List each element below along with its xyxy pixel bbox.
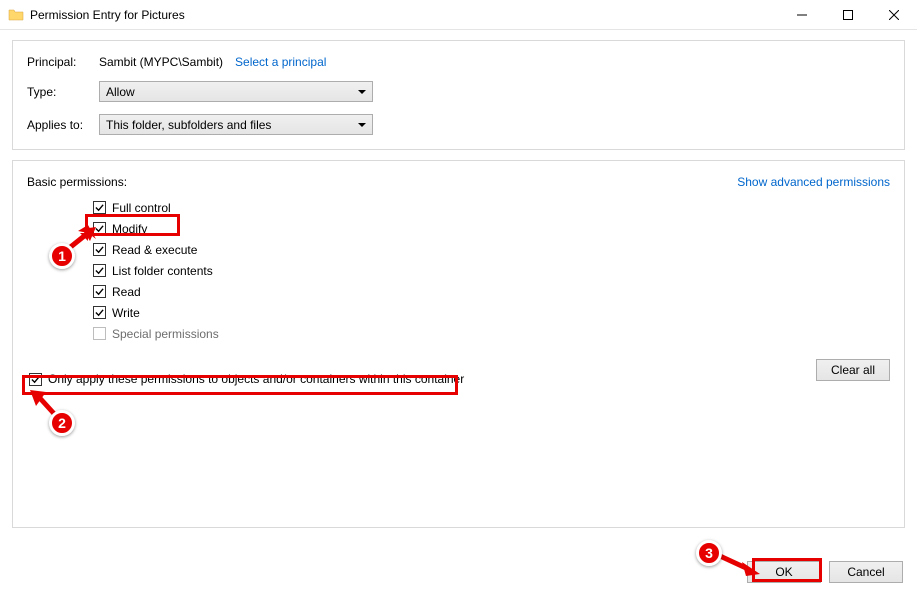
permissions-panel: Basic permissions: Show advanced permiss… xyxy=(12,160,905,528)
clear-all-button[interactable]: Clear all xyxy=(816,359,890,381)
select-principal-link[interactable]: Select a principal xyxy=(235,55,326,69)
perm-read-execute[interactable]: Read & execute xyxy=(93,239,890,260)
chevron-down-icon xyxy=(358,123,366,127)
perm-list-folder[interactable]: List folder contents xyxy=(93,260,890,281)
chevron-down-icon xyxy=(358,90,366,94)
perm-modify[interactable]: Modify xyxy=(93,218,890,239)
only-apply-label: Only apply these permissions to objects … xyxy=(48,372,464,386)
folder-icon xyxy=(8,7,24,23)
ok-button[interactable]: OK xyxy=(747,561,821,583)
perm-full-control[interactable]: Full control xyxy=(93,197,890,218)
checkbox-icon xyxy=(93,327,106,340)
annotation-badge-3: 3 xyxy=(696,540,722,566)
principal-label: Principal: xyxy=(27,55,99,69)
permission-list: Full control Modify Read & execute List … xyxy=(93,197,890,344)
checkbox-icon[interactable] xyxy=(93,201,106,214)
checkbox-icon[interactable] xyxy=(93,264,106,277)
maximize-button[interactable] xyxy=(825,0,871,30)
show-advanced-link[interactable]: Show advanced permissions xyxy=(737,175,890,189)
applies-to-select-value: This folder, subfolders and files xyxy=(106,118,271,132)
perm-write[interactable]: Write xyxy=(93,302,890,323)
dialog-footer: OK Cancel xyxy=(747,561,903,583)
minimize-button[interactable] xyxy=(779,0,825,30)
cancel-button[interactable]: Cancel xyxy=(829,561,903,583)
checkbox-icon[interactable] xyxy=(93,285,106,298)
principal-value: Sambit (MYPC\Sambit) xyxy=(99,55,223,69)
titlebar: Permission Entry for Pictures xyxy=(0,0,917,30)
checkbox-icon[interactable] xyxy=(93,222,106,235)
applies-to-select[interactable]: This folder, subfolders and files xyxy=(99,114,373,135)
only-apply-row[interactable]: Only apply these permissions to objects … xyxy=(27,372,890,386)
basic-permissions-label: Basic permissions: xyxy=(27,175,127,189)
type-label: Type: xyxy=(27,85,99,99)
perm-read[interactable]: Read xyxy=(93,281,890,302)
type-select[interactable]: Allow xyxy=(99,81,373,102)
checkbox-icon[interactable] xyxy=(93,243,106,256)
principal-panel: Principal: Sambit (MYPC\Sambit) Select a… xyxy=(12,40,905,150)
type-select-value: Allow xyxy=(106,85,135,99)
checkbox-icon[interactable] xyxy=(29,373,42,386)
applies-to-label: Applies to: xyxy=(27,118,99,132)
perm-special: Special permissions xyxy=(93,323,890,344)
close-button[interactable] xyxy=(871,0,917,30)
checkbox-icon[interactable] xyxy=(93,306,106,319)
window-title: Permission Entry for Pictures xyxy=(30,8,779,22)
